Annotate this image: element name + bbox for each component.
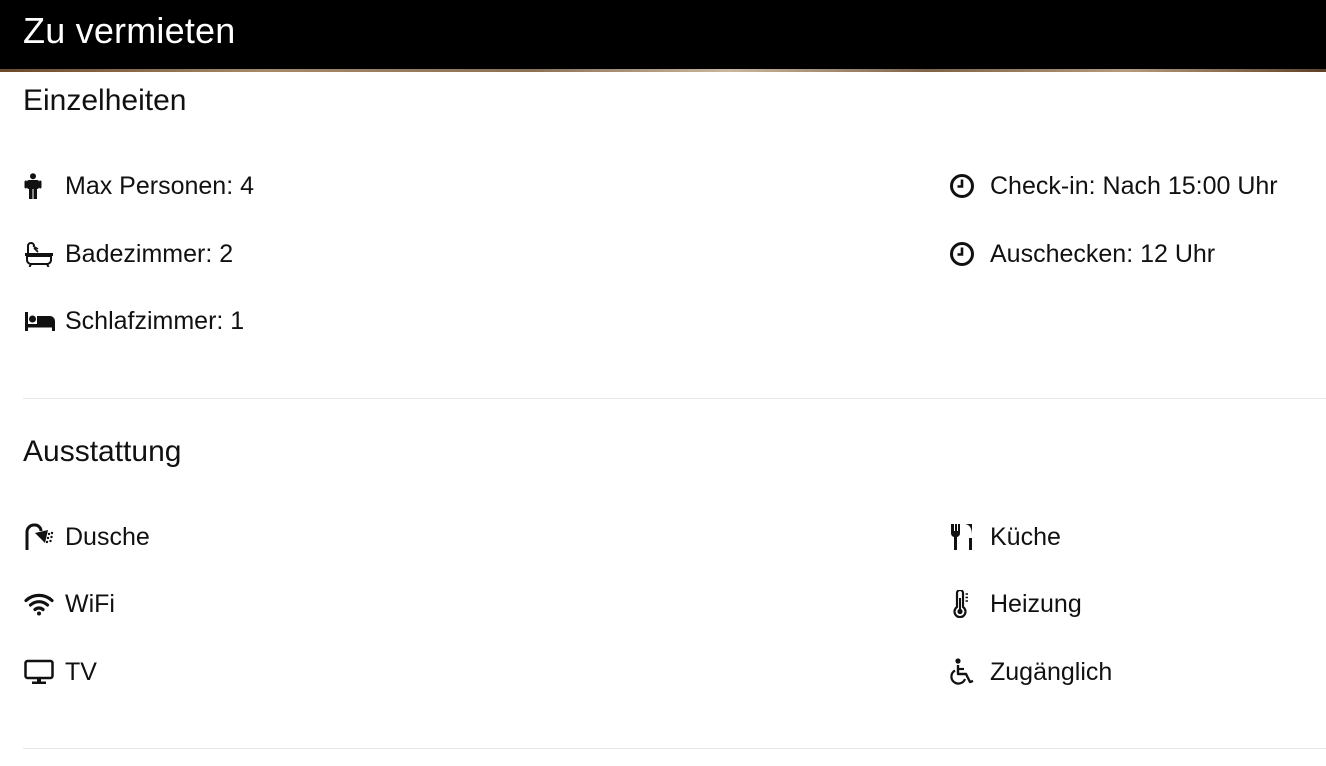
amenity-heating: Heizung — [949, 586, 1082, 622]
amenities-heading: Ausstattung — [23, 435, 182, 468]
utensils-icon — [949, 523, 981, 551]
bathtub-icon — [24, 240, 56, 268]
amenity-label: Zugänglich — [990, 657, 1113, 686]
detail-label: Schlafzimmer: 1 — [65, 306, 245, 335]
page-title: Zu vermieten — [23, 10, 236, 51]
amenity-label: Dusche — [65, 522, 150, 551]
amenity-label: Heizung — [990, 589, 1082, 618]
detail-label: Max Personen: 4 — [65, 171, 254, 200]
amenity-label: Küche — [990, 522, 1061, 551]
header-bar: Zu vermieten — [0, 0, 1326, 69]
shower-icon — [24, 523, 56, 551]
detail-bedrooms: Schlafzimmer: 1 — [24, 303, 244, 339]
detail-max-persons: Max Personen: 4 — [24, 168, 254, 204]
wifi-icon — [24, 590, 56, 618]
thermometer-icon — [949, 590, 981, 618]
amenity-accessible: Zugänglich — [949, 654, 1112, 690]
person-icon — [24, 172, 56, 200]
detail-check-out: Auschecken: 12 Uhr — [949, 236, 1215, 272]
detail-bathrooms: Badezimmer: 2 — [24, 236, 233, 272]
amenity-label: TV — [65, 657, 97, 686]
detail-label: Check-in: Nach 15:00 Uhr — [990, 171, 1278, 200]
wheelchair-icon — [949, 658, 981, 686]
amenity-kitchen: Küche — [949, 519, 1061, 555]
detail-label: Badezimmer: 2 — [65, 239, 234, 268]
detail-label: Auschecken: 12 Uhr — [990, 239, 1216, 268]
clock-icon — [949, 240, 981, 268]
amenity-wifi: WiFi — [24, 586, 115, 622]
detail-check-in: Check-in: Nach 15:00 Uhr — [949, 168, 1278, 204]
clock-icon — [949, 172, 981, 200]
amenity-shower: Dusche — [24, 519, 150, 555]
section-divider — [23, 398, 1326, 399]
details-heading: Einzelheiten — [23, 84, 187, 117]
amenity-tv: TV — [24, 654, 97, 690]
amenity-label: WiFi — [65, 589, 115, 618]
header-image-strip — [0, 69, 1326, 72]
section-divider — [23, 748, 1326, 749]
bed-icon — [24, 307, 56, 335]
tv-icon — [24, 658, 56, 686]
